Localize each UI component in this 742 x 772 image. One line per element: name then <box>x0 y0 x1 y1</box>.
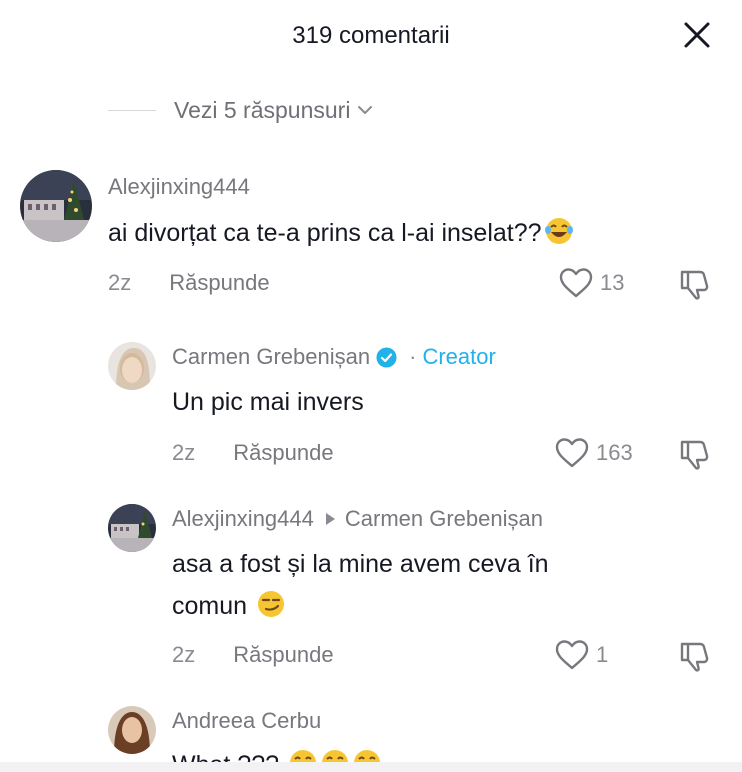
reply-button[interactable]: Răspunde <box>233 440 333 466</box>
comment-username[interactable]: Carmen Grebenișan <box>172 344 370 370</box>
separator-dot: · <box>409 344 417 369</box>
like-count: 163 <box>596 440 633 465</box>
avatar[interactable] <box>108 706 156 754</box>
like-count: 1 <box>596 642 609 667</box>
creator-label: Creator <box>422 344 496 369</box>
comment-time: 2z <box>172 642 196 667</box>
comment-text: asa a fost și la mine avem ceva în comun <box>172 543 549 627</box>
avatar[interactable] <box>108 342 156 390</box>
comments-header: 319 comentarii <box>0 0 742 72</box>
comment-text: Un pic mai invers <box>172 388 364 416</box>
comment-text-content: comun <box>172 592 248 620</box>
like-button[interactable]: 1 <box>554 638 608 672</box>
dislike-icon[interactable] <box>678 437 712 471</box>
comment-username-row: Alexjinxing444 Carmen Grebenișan <box>172 506 543 532</box>
verified-badge-icon <box>376 347 397 367</box>
laughing-tears-emoji <box>544 218 573 244</box>
comment-username[interactable]: Alexjinxing444 <box>108 174 250 200</box>
comment-username[interactable]: Alexjinxing444 <box>172 506 314 532</box>
reply-button[interactable]: Răspunde <box>233 642 333 668</box>
comment-meta: 2z Răspunde <box>172 440 334 466</box>
view-replies-label: Vezi 5 răspunsuri <box>174 96 351 123</box>
chevron-down-icon <box>358 106 373 114</box>
like-count: 13 <box>600 270 625 295</box>
view-replies-button[interactable]: Vezi 5 răspunsuri <box>108 94 374 126</box>
comment-username-row: Carmen Grebenișan · Creator <box>172 344 496 370</box>
like-button[interactable]: 13 <box>558 266 624 300</box>
comment-text-line: asa a fost și la mine avem ceva în <box>172 550 549 578</box>
comment-time: 2z <box>108 270 132 295</box>
comment-meta: 2z Răspunde <box>108 270 270 296</box>
heart-icon <box>559 268 593 298</box>
divider-line <box>108 109 156 111</box>
comment-username[interactable]: Andreea Cerbu <box>172 708 321 734</box>
heart-icon <box>555 438 589 468</box>
avatar[interactable] <box>20 170 92 242</box>
comment-text: ai divorțat ca te-a prins ca l-ai insela… <box>108 212 574 254</box>
comment-text-line: comun <box>172 585 549 627</box>
smirk-emoji <box>258 591 284 617</box>
comment-time: 2z <box>172 440 196 465</box>
comments-count-title: 319 comentarii <box>292 22 450 49</box>
reply-to-username[interactable]: Carmen Grebenișan <box>345 506 543 532</box>
like-button[interactable]: 163 <box>554 436 633 470</box>
avatar[interactable] <box>108 504 156 552</box>
comment-meta: 2z Răspunde <box>172 642 334 668</box>
bottom-edge <box>0 762 742 772</box>
close-icon[interactable] <box>680 18 714 52</box>
comment-text-content: ai divorțat ca te-a prins ca l-ai insela… <box>108 219 542 247</box>
reply-button[interactable]: Răspunde <box>169 270 269 296</box>
dislike-icon[interactable] <box>678 267 712 301</box>
dislike-icon[interactable] <box>678 639 712 673</box>
reply-arrow-icon <box>325 513 335 525</box>
heart-icon <box>555 640 589 670</box>
